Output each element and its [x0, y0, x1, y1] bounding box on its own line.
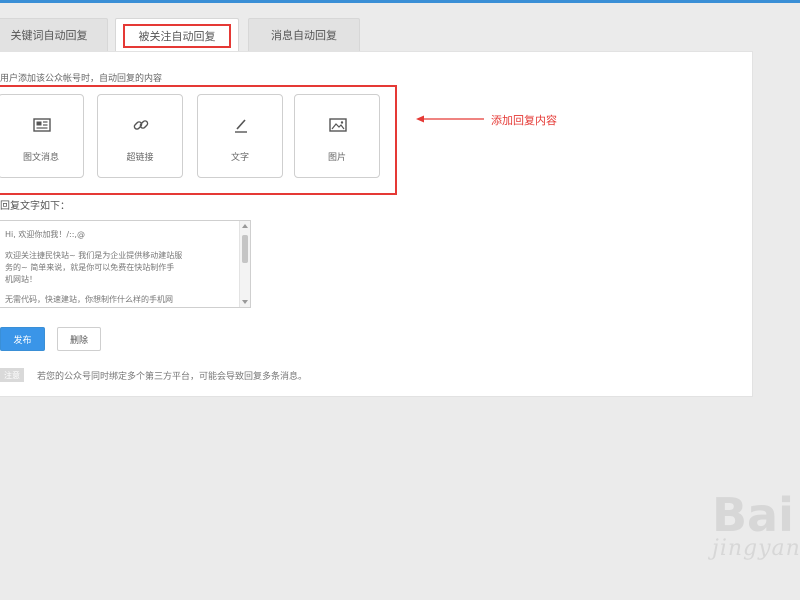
watermark-sub: jingyan [712, 536, 800, 561]
scroll-thumb[interactable] [242, 235, 248, 263]
reply-text-label: 回复文字如下： [0, 201, 70, 212]
top-accent-bar [0, 0, 800, 3]
arrow-left-icon [416, 115, 484, 123]
card-label: 图文消息 [22, 153, 59, 163]
reply-text-area[interactable]: Hi, 欢迎你加我！/::,@ 欢迎关注捷民快站~ 我们是为企业提供移动建站服 … [0, 220, 251, 308]
reply-type-text-card[interactable]: 文字 [197, 94, 283, 178]
tab-label: 消息自动回复 [271, 29, 337, 42]
tab-keyword-reply[interactable]: 关键词自动回复 [0, 18, 108, 51]
scroll-up-icon[interactable] [242, 224, 248, 228]
reply-text-line: 欢迎关注捷民快站~ 我们是为企业提供移动建站服 [5, 251, 183, 260]
tab-message-reply[interactable]: 消息自动回复 [248, 18, 360, 51]
reply-text-scrollbar[interactable] [239, 221, 250, 307]
baidu-watermark-logo: Bai jingyan [712, 492, 800, 561]
delete-button[interactable]: 删除 [57, 327, 101, 351]
reply-type-link-card[interactable]: 超链接 [97, 94, 183, 178]
tab-follow-reply[interactable]: 被关注自动回复 [115, 18, 239, 52]
pencil-icon [235, 119, 247, 133]
notice-text: 若您的公众号同时绑定多个第三方平台，可能会导致回复多条消息。 [37, 372, 308, 382]
reply-type-image-card[interactable]: 图片 [294, 94, 380, 178]
reply-description: 用户添加该公众帐号时，自动回复的内容 [0, 74, 163, 84]
tab-label: 关键词自动回复 [10, 29, 88, 42]
publish-button[interactable]: 发布 [0, 327, 45, 351]
tab-label: 被关注自动回复 [138, 29, 216, 43]
reply-text-line: Hi, 欢迎你加我！/::,@ [5, 230, 85, 239]
scroll-down-icon[interactable] [242, 300, 248, 304]
image-icon [329, 118, 347, 132]
notice-badge: 注意 [0, 368, 24, 382]
card-label: 图片 [327, 153, 346, 163]
annotation-label: 添加回复内容 [491, 114, 557, 127]
card-label: 文字 [230, 153, 249, 163]
reply-text-line: 无需代码，快速建站，你想制作什么样的手机网 [5, 295, 173, 304]
watermark-main: Bai [712, 488, 794, 542]
link-icon [133, 120, 149, 130]
card-label: 超链接 [126, 153, 154, 163]
news-icon [33, 118, 51, 132]
reply-type-news-card[interactable]: 图文消息 [0, 94, 84, 178]
reply-text-line: 务的~ 简单来说，就是你可以免费在快站制作手 [5, 263, 175, 272]
reply-text-line: 机网站！ [5, 275, 37, 284]
